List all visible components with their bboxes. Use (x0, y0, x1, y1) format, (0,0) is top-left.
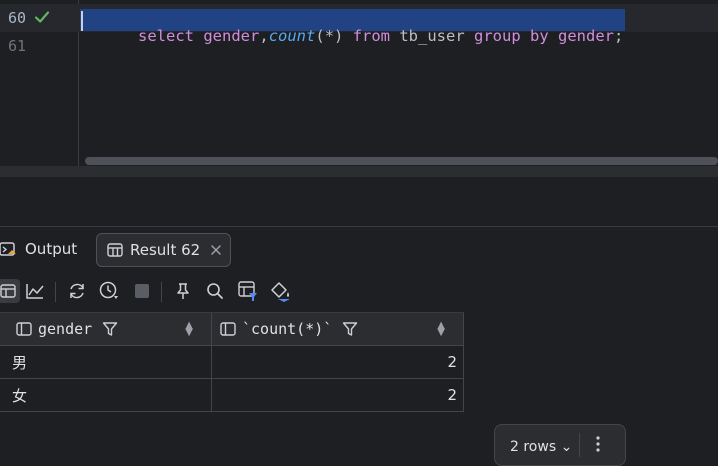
results-toolbar (0, 271, 718, 311)
console-output-icon (0, 242, 16, 256)
sort-icon[interactable]: ▲ ▼ (185, 321, 193, 338)
paint-bucket-button[interactable] (268, 279, 292, 303)
more-vertical-icon[interactable] (595, 435, 601, 455)
refresh-button[interactable] (65, 279, 89, 303)
chart-view-button[interactable] (23, 279, 47, 303)
tab-output[interactable]: Output (0, 233, 77, 265)
column-icon (220, 322, 236, 336)
empty-panel-area (0, 176, 718, 227)
table-cell[interactable]: 男 (0, 346, 212, 379)
pin-button[interactable] (171, 279, 195, 303)
pin-icon (177, 283, 189, 299)
column-label: `count(*)` (242, 320, 333, 338)
result-grid: gender ▲ ▼ `count(*)` ▲ ▼ 男 2 女 2 (0, 312, 464, 414)
column-header-gender[interactable]: gender ▲ ▼ (0, 313, 212, 346)
filter-icon[interactable] (342, 321, 358, 337)
tab-output-label: Output (25, 240, 78, 258)
filter-table-icon (238, 281, 257, 301)
stop-button[interactable] (130, 279, 154, 303)
footer-separator (579, 433, 580, 457)
sort-icon[interactable]: ▲ ▼ (437, 321, 445, 338)
editor-line-60[interactable]: 60 select gender,count(*) from tb_user g… (0, 4, 718, 45)
pane-splitter[interactable] (0, 166, 718, 176)
table-icon (107, 243, 123, 257)
sql-editor[interactable]: 60 select gender,count(*) from tb_user g… (0, 0, 718, 166)
close-icon[interactable] (210, 244, 222, 256)
row-count-dropdown[interactable]: 2 rows ⌄ (510, 439, 572, 455)
history-icon (99, 281, 118, 299)
chart-view-icon (26, 284, 44, 299)
table-cell[interactable]: 女 (0, 379, 212, 412)
editor-line-61[interactable]: 61 (0, 32, 718, 60)
column-label: gender (38, 320, 93, 338)
tab-result-label: Result 62 (130, 241, 201, 259)
results-tab-strip: Output Result 62 (0, 226, 718, 272)
filter-table-button[interactable] (236, 279, 260, 303)
horizontal-scrollbar[interactable] (85, 157, 718, 165)
stop-icon (135, 284, 149, 298)
search-icon (207, 283, 223, 299)
line-number: 61 (8, 37, 27, 55)
checkmark-icon (34, 11, 50, 23)
search-button[interactable] (203, 279, 227, 303)
row-count-label: 2 rows (510, 439, 557, 455)
filter-icon[interactable] (102, 321, 118, 337)
column-header-count[interactable]: `count(*)` ▲ ▼ (212, 313, 464, 346)
chevron-down-icon: ⌄ (560, 439, 573, 455)
sql-statement[interactable]: select gender,count(*) from tb_user grou… (80, 9, 626, 45)
table-cell[interactable]: 2 (212, 379, 464, 412)
table-view-button[interactable] (0, 279, 20, 303)
text-caret (81, 11, 83, 31)
refresh-icon (70, 283, 84, 299)
column-icon (16, 322, 32, 336)
toolbar-separator (55, 282, 56, 302)
line-number: 60 (8, 9, 27, 27)
table-cell[interactable]: 2 (212, 346, 464, 379)
row-count-panel: 2 rows ⌄ (494, 424, 626, 466)
history-button[interactable] (97, 279, 121, 303)
table-view-icon (0, 284, 16, 298)
paint-bucket-icon (271, 282, 290, 302)
tab-result[interactable]: Result 62 (96, 233, 231, 267)
toolbar-separator (161, 282, 162, 302)
